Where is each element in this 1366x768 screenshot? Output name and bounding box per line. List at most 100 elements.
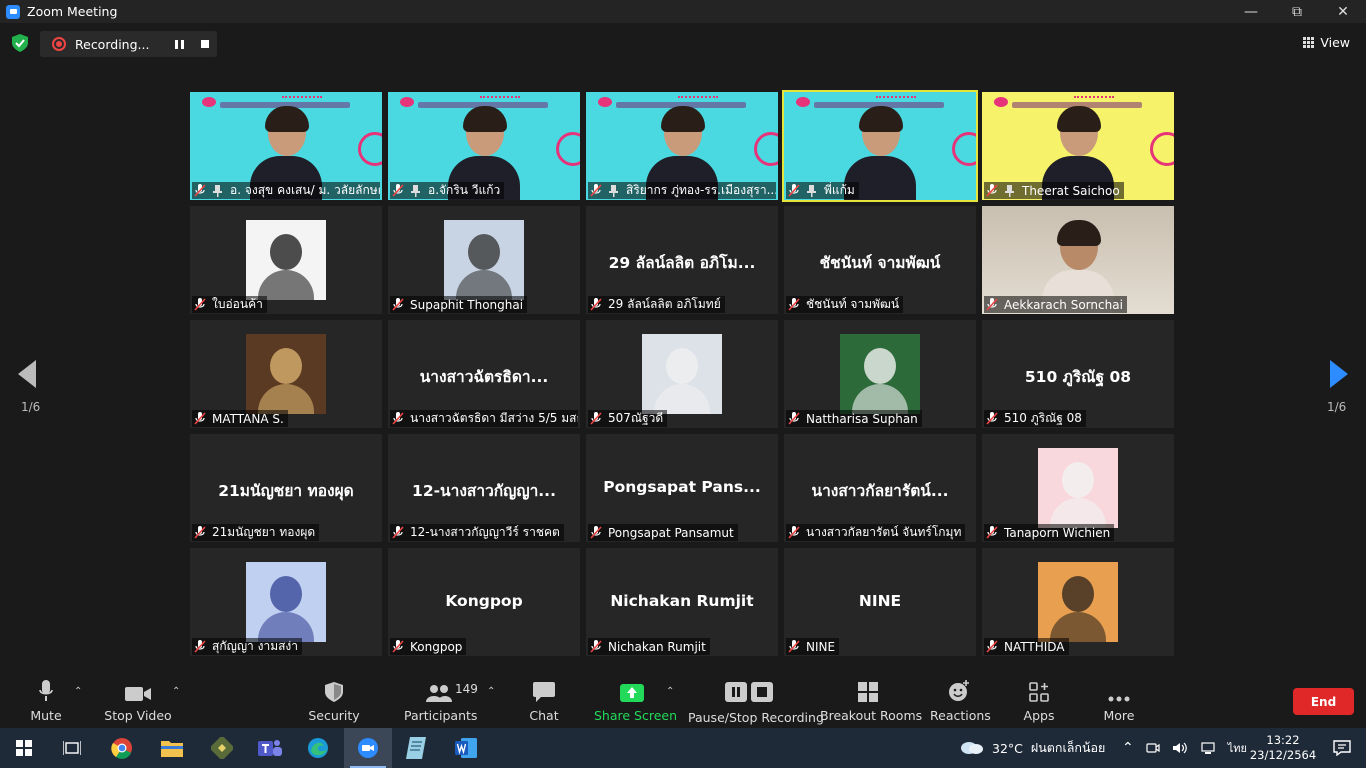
participant-tile[interactable]: 507ณัฐวดี <box>586 320 778 428</box>
network-icon[interactable] <box>1200 741 1216 755</box>
microphone-icon <box>39 680 53 701</box>
stop-recording-icon[interactable] <box>201 40 209 48</box>
virtual-background-decoration <box>282 96 322 100</box>
meet-now-camera-icon[interactable] <box>1146 741 1160 755</box>
participant-nametag: 21มนัญชยา ทองผุด <box>192 524 320 541</box>
participant-tile[interactable]: Theerat Saichoo <box>982 92 1174 200</box>
participant-tile[interactable]: นางสาวกัลยารัตน์... นางสาวกัลยารัตน์ จันท… <box>784 434 976 542</box>
participant-display-name: 29 ลัลน์ลลิต อภิโม... <box>608 254 756 272</box>
participant-tile[interactable]: Tanaporn Wichien <box>982 434 1174 542</box>
virtual-background-decoration <box>796 97 810 107</box>
show-hidden-icons-chevron-icon[interactable]: ⌃ <box>1122 740 1134 756</box>
notifications-icon[interactable] <box>1318 728 1366 768</box>
participant-tile[interactable]: Kongpop Kongpop <box>388 548 580 656</box>
microsoft-teams-icon[interactable] <box>246 728 294 768</box>
participant-tile[interactable]: 12-นางสาวกัญญา... 12-นางสาวกัญญาวีร์ ราชค… <box>388 434 580 542</box>
close-icon[interactable]: ✕ <box>1320 0 1366 23</box>
participants-options-caret-icon[interactable]: ⌃ <box>487 686 495 697</box>
weather-temperature: 32°C <box>992 740 1023 756</box>
participant-name: Theerat Saichoo <box>1022 183 1120 198</box>
more-button[interactable]: More <box>1100 672 1138 728</box>
minimize-icon[interactable]: — <box>1228 0 1274 23</box>
security-button[interactable]: Security <box>308 672 360 728</box>
breakout-rooms-button[interactable]: Breakout Rooms <box>820 672 922 728</box>
microsoft-word-icon[interactable] <box>442 728 490 768</box>
previous-page-arrow-icon[interactable] <box>18 360 38 388</box>
participant-tile[interactable]: NATTHIDA <box>982 548 1174 656</box>
participant-tile[interactable]: อ.จักริน วีแก้ว <box>388 92 580 200</box>
participant-tile[interactable]: 510 ภูริณัฐ 08 510 ภูริณัฐ 08 <box>982 320 1174 428</box>
notepad-icon[interactable] <box>392 728 440 768</box>
participant-tile[interactable]: Pongsapat Pans... Pongsapat Pansamut <box>586 434 778 542</box>
participant-name: Pongsapat Pansamut <box>608 525 734 540</box>
apps-label: Apps <box>1023 708 1055 723</box>
end-meeting-button[interactable]: End <box>1293 688 1354 715</box>
participant-tile[interactable]: อ. จงสุข คงเสน/ ม. วลัยลักษณ์ <box>190 92 382 200</box>
chat-button[interactable]: Chat <box>524 672 564 728</box>
reactions-button[interactable]: Reactions <box>930 672 991 728</box>
participant-display-name: นางสาวกัลยารัตน์... <box>811 482 949 500</box>
mute-button[interactable]: Mute <box>20 672 72 728</box>
virtual-background-decoration <box>598 97 612 107</box>
participant-tile[interactable]: ชัชนันท์ จามพัฒน์ ชัชนันท์ จามพัฒน์ <box>784 206 976 314</box>
virtual-background-decoration <box>994 97 1008 107</box>
participants-button[interactable]: Participants <box>404 672 477 728</box>
pause-stop-recording-button[interactable]: Pause/Stop Recording <box>688 672 824 728</box>
participant-name: 12-นางสาวกัญญาวีร์ ราชคต <box>410 525 560 539</box>
share-options-caret-icon[interactable]: ⌃ <box>666 686 674 697</box>
zoom-taskbar-icon[interactable] <box>344 728 392 768</box>
participant-name: 507ณัฐวดี <box>608 411 664 425</box>
participant-tile[interactable]: สุกัญญา งามสง่า <box>190 548 382 656</box>
pause-stop-recording-label: Pause/Stop Recording <box>688 710 824 725</box>
view-button[interactable]: View <box>1303 35 1350 50</box>
virtual-background-decoration <box>202 97 216 107</box>
profile-picture <box>840 334 920 414</box>
participant-tile[interactable]: 29 ลัลน์ลลิต อภิโม... 29 ลัลน์ลลิต อภิโมท… <box>586 206 778 314</box>
participant-nametag: Pongsapat Pansamut <box>588 524 738 541</box>
video-options-caret-icon[interactable]: ⌃ <box>172 686 180 697</box>
participant-name: 510 ภูริณัฐ 08 <box>1004 411 1082 425</box>
speaker-volume-icon[interactable] <box>1172 741 1188 755</box>
video-camera-icon <box>125 687 151 701</box>
participant-tile[interactable]: Supaphit Thonghai <box>388 206 580 314</box>
task-view-icon[interactable] <box>48 728 96 768</box>
participant-tile[interactable]: ใบอ่อนค้า <box>190 206 382 314</box>
chrome-icon[interactable] <box>98 728 146 768</box>
participant-tile[interactable]: พี่แก้ม <box>782 90 978 202</box>
participant-tile[interactable]: Nichakan Rumjit Nichakan Rumjit <box>586 548 778 656</box>
participant-name: Tanaporn Wichien <box>1004 525 1111 540</box>
participant-tile[interactable]: NINE NINE <box>784 548 976 656</box>
taskbar-clock[interactable]: 13:22 23/12/2564 <box>1250 728 1316 768</box>
stop-video-button[interactable]: Stop Video <box>104 672 172 728</box>
participant-tile[interactable]: MATTANA S. <box>190 320 382 428</box>
participant-nametag: Theerat Saichoo <box>984 182 1124 199</box>
audio-options-caret-icon[interactable]: ⌃ <box>74 686 82 697</box>
edge-browser-icon[interactable] <box>294 728 342 768</box>
share-screen-button[interactable]: Share Screen <box>594 672 677 728</box>
participant-tile[interactable]: Aekkarach Sornchai <box>982 206 1174 314</box>
participant-tile[interactable]: สิริยากร ภู่ทอง-รร.เมืองสุรา... <box>586 92 778 200</box>
participant-display-name: Kongpop <box>445 592 523 610</box>
participant-name: อ.จักริน วีแก้ว <box>428 183 501 197</box>
weather-widget[interactable]: 32°C ฝนตกเล็กน้อย <box>960 728 1105 768</box>
participant-name: สิริยากร ภู่ทอง-รร.เมืองสุรา... <box>626 183 776 197</box>
muted-microphone-icon <box>392 298 404 311</box>
apps-icon <box>1029 682 1049 702</box>
pin-icon <box>807 184 816 197</box>
encryption-shield-icon[interactable] <box>12 34 28 52</box>
input-language-indicator[interactable]: ไทย <box>1228 739 1247 757</box>
profile-picture <box>246 562 326 642</box>
restore-icon[interactable]: ⧉ <box>1274 0 1320 23</box>
participant-tile[interactable]: Nattharisa Suphan <box>784 320 976 428</box>
muted-microphone-icon <box>194 298 206 311</box>
breakout-rooms-icon <box>858 682 878 702</box>
more-dots-icon <box>1108 696 1130 702</box>
next-page-arrow-icon[interactable] <box>1328 360 1348 388</box>
apps-button[interactable]: Apps <box>1020 672 1058 728</box>
code-editor-icon[interactable] <box>198 728 246 768</box>
pause-recording-icon[interactable] <box>175 40 184 49</box>
windows-start-icon[interactable] <box>0 728 48 768</box>
file-explorer-icon[interactable] <box>148 728 196 768</box>
participant-tile[interactable]: 21มนัญชยา ทองผุด 21มนัญชยา ทองผุด <box>190 434 382 542</box>
participant-tile[interactable]: นางสาวฉัตรธิดา... นางสาวฉัตรธิดา มีสว่าง … <box>388 320 580 428</box>
